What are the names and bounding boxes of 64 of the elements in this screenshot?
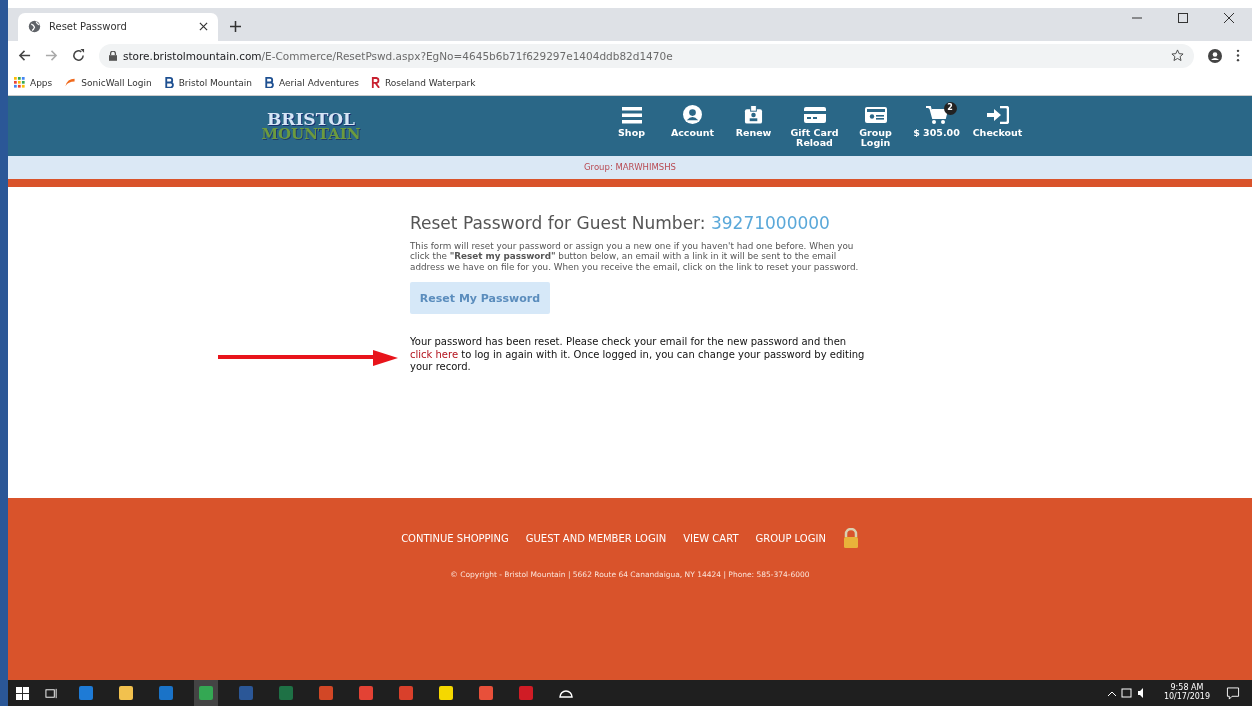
menu-icon: [621, 105, 642, 124]
logo[interactable]: BRISTOL MOUNTAIN: [256, 110, 366, 141]
cart-count-badge: 2: [943, 101, 957, 115]
mail-icon[interactable]: [158, 685, 174, 701]
grid-icon: [14, 77, 25, 89]
nav-item[interactable]: Account: [662, 103, 723, 148]
reset-confirmation-message: Your password has been reset. Please check your email for the new password and then click here to log in again with it. Once logged in, you can change your password by editing your record.: [410, 336, 866, 373]
folder-icon[interactable]: [118, 685, 134, 701]
nav-item[interactable]: Checkout: [967, 103, 1028, 148]
guest-number: 39271000000: [710, 212, 830, 233]
id-card-icon: [864, 105, 887, 124]
reload-icon[interactable]: [72, 49, 85, 63]
cart-icon: [925, 104, 948, 125]
browser-icon[interactable]: [198, 685, 214, 701]
clock-time: 9:58 AM: [1170, 684, 1204, 693]
clock-date: 10/17/2019: [1163, 693, 1210, 702]
app-icon[interactable]: [478, 685, 494, 701]
new-tab-icon[interactable]: [230, 20, 241, 32]
nav-item[interactable]: Shop: [601, 103, 662, 148]
maximize-icon[interactable]: [1178, 13, 1188, 23]
click-here-link[interactable]: click here: [410, 348, 459, 360]
letter-b-icon: [264, 77, 275, 89]
note-icon[interactable]: [438, 685, 454, 701]
intro-paragraph: This form will reset your password or assign you a new one if you haven't had one before. When you click the "Reset my password" button below, an email with a link in it will be sent to the email address we have on file for you. When you receive the email, click on the link to reset your password.: [410, 240, 860, 273]
footer-link[interactable]: CONTINUE SHOPPING: [401, 532, 509, 544]
bookmark[interactable]: Bristol Mountain: [163, 77, 253, 89]
bookmark[interactable]: SonicWall Login: [64, 77, 152, 89]
bookmark[interactable]: Aerial Adventures: [264, 77, 359, 89]
sign-in-icon: [986, 105, 1009, 124]
bookmark[interactable]: Roseland Waterpark: [370, 77, 476, 89]
letter-r-icon: [370, 77, 380, 89]
app-icon[interactable]: [518, 685, 534, 701]
profile-icon[interactable]: [1208, 48, 1222, 63]
nav-item[interactable]: Gift Card Reload: [784, 103, 845, 148]
nav-item[interactable]: Group Login: [845, 103, 906, 148]
footer-link[interactable]: GUEST AND MEMBER LOGIN: [525, 532, 667, 544]
close-icon[interactable]: [199, 22, 208, 32]
padlock-icon: [842, 528, 859, 549]
slides-icon[interactable]: [318, 685, 334, 701]
browser-tab[interactable]: Reset Password: [18, 12, 218, 41]
user-icon: [683, 105, 702, 125]
nav-item[interactable]: Renew: [723, 103, 784, 148]
footer-link[interactable]: GROUP LOGIN: [755, 532, 826, 544]
address-field[interactable]: store.bristolmountain.com/E-Commerce/ResetPswd.aspx?EgNo=4645b6b71f629297e1404ddb82d1470e: [99, 43, 1194, 68]
start-icon[interactable]: [16, 686, 29, 700]
more-icon[interactable]: [1236, 49, 1240, 63]
id-badge-icon: [744, 104, 763, 125]
group-label: Group: MARWHIMSHS: [584, 162, 676, 173]
app-icon[interactable]: [398, 685, 414, 701]
credit-card-icon: [803, 105, 826, 124]
task-view-icon[interactable]: [45, 686, 58, 700]
footer-link[interactable]: VIEW CART: [683, 532, 739, 544]
back-icon[interactable]: [18, 49, 31, 63]
nav-item[interactable]: 2 $ 305.00: [906, 103, 967, 148]
letter-b-icon: [163, 77, 174, 89]
spreadsheet-icon[interactable]: [278, 685, 294, 701]
notification-icon[interactable]: [1226, 686, 1240, 700]
lock-icon: [109, 50, 117, 61]
page-title: Reset Password for Guest Number:: [410, 212, 706, 233]
app-icon[interactable]: [358, 685, 374, 701]
close-icon[interactable]: [1224, 13, 1234, 23]
edge-icon[interactable]: [78, 685, 94, 701]
bookmark[interactable]: Apps: [14, 77, 53, 89]
star-icon[interactable]: [1171, 49, 1184, 63]
